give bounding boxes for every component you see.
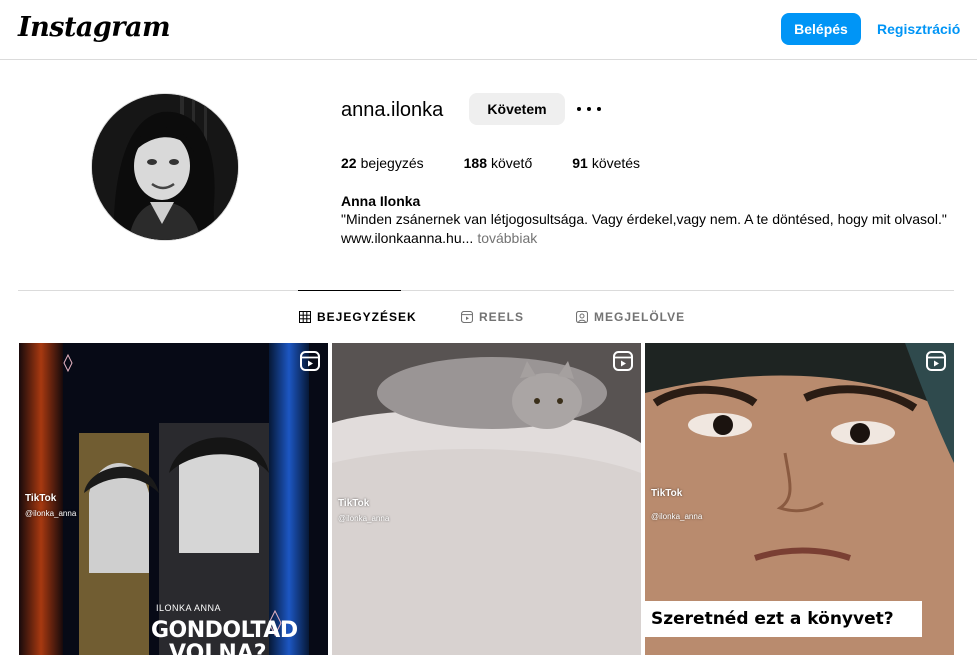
post-1-title-line2: VOLNA? [169, 641, 267, 655]
reel-icon [300, 351, 320, 371]
reel-icon [613, 351, 633, 371]
tab-tagged-label: MEGJELÖLVE [594, 310, 686, 324]
tiktok-handle: @ilonka_anna [651, 512, 703, 521]
tabs-divider [18, 290, 954, 291]
tiktok-handle: @ilonka_anna [25, 509, 77, 518]
profile-username: anna.ilonka [341, 99, 444, 121]
followers-count[interactable]: 188 követő [464, 155, 533, 171]
profile-stats: 22 bejegyzés 188 követő 91 követés [341, 155, 640, 171]
profile-link-row: www.ilonkaanna.hu... továbbiak [341, 230, 537, 246]
following-count-label: követés [591, 155, 641, 171]
post-tile-2[interactable]: TikTok @ilonka_anna [332, 343, 641, 655]
tiktok-watermark: TikTok [25, 493, 57, 504]
post-3-caption: Szeretnéd ezt a könyvet? [645, 601, 922, 637]
post-1-author: ILONKA ANNA [156, 603, 222, 613]
follow-button[interactable]: Követem [469, 93, 565, 125]
post-tile-1[interactable]: TikTok @ilonka_anna ILONKA ANNA GONDOLTA… [19, 343, 328, 655]
followers-count-value: 188 [463, 155, 487, 171]
grid-icon [299, 311, 311, 323]
tab-posts[interactable]: BEJEGYZÉSEK [299, 310, 417, 324]
active-tab-indicator [298, 290, 401, 291]
following-count-value: 91 [572, 155, 588, 171]
more-options-icon[interactable] [577, 100, 601, 118]
tab-posts-label: BEJEGYZÉSEK [317, 310, 417, 324]
reel-icon [926, 351, 946, 371]
post-tile-3[interactable]: TikTok @ilonka_anna Szeretnéd ezt a köny… [645, 343, 954, 655]
followers-count-label: követő [490, 155, 533, 171]
bio-more-button[interactable]: továbbiak [477, 230, 537, 246]
avatar-image [92, 94, 238, 240]
top-nav: Instagram Belépés Regisztráció [0, 0, 977, 60]
profile-website-link[interactable]: www.ilonkaanna.hu... [341, 230, 473, 246]
reels-icon [461, 311, 473, 323]
posts-count: 22 bejegyzés [341, 155, 424, 171]
tab-reels-label: REELS [479, 310, 525, 324]
login-button[interactable]: Belépés [781, 13, 861, 45]
tiktok-watermark: TikTok [651, 488, 683, 499]
instagram-logo[interactable]: Instagram [18, 12, 171, 43]
posts-count-label: bejegyzés [360, 155, 424, 171]
tagged-icon [576, 311, 588, 323]
profile-full-name: Anna Ilonka [341, 193, 421, 209]
profile-bio: "Minden zsánernek van létjogosultsága. V… [341, 211, 947, 227]
tiktok-handle: @ilonka_anna [338, 514, 390, 523]
profile-avatar[interactable] [91, 93, 239, 241]
tab-reels[interactable]: REELS [461, 310, 524, 324]
following-count[interactable]: 91 követés [572, 155, 640, 171]
post-1-title: GONDOLTAD [151, 618, 298, 643]
tab-tagged[interactable]: MEGJELÖLVE [576, 310, 685, 324]
posts-count-value: 22 [341, 155, 357, 171]
post-2-artwork [332, 343, 641, 655]
tiktok-watermark: TikTok [338, 498, 370, 509]
register-link[interactable]: Regisztráció [877, 21, 960, 37]
